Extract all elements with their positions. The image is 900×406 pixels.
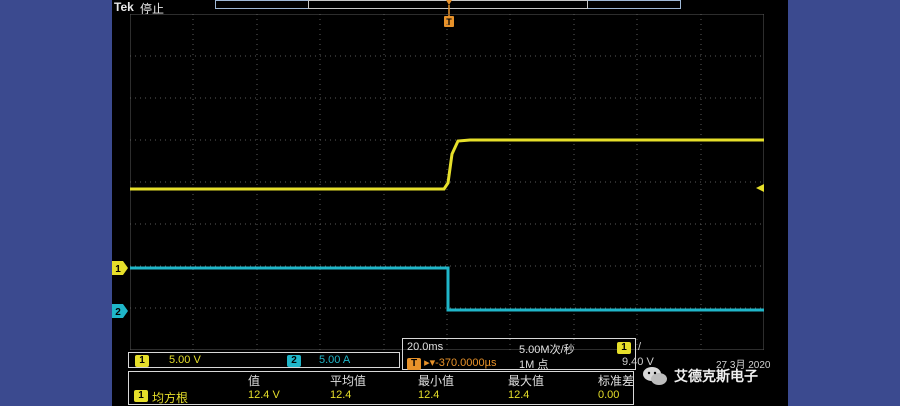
measurement-header-stddev: 标准差 — [598, 374, 635, 388]
measurement-stddev: 0.00 — [598, 389, 620, 401]
record-length: 1M 点 — [519, 359, 549, 371]
channel-1-badge[interactable]: 1 — [135, 355, 149, 367]
measurement-name: 均方根 — [152, 391, 189, 405]
measurement-header-mean: 平均值 — [330, 374, 367, 388]
svg-text:2: 2 — [115, 307, 121, 318]
timebase-panel[interactable]: 20.0ms 5.00M次/秒 T ▸▾-370.0000µs 1M 点 1 — [402, 338, 636, 371]
channel-scale-panel[interactable]: 1 5.00 V 2 5.00 A — [128, 352, 400, 368]
trigger-source-badge: 1 — [617, 342, 631, 354]
channel-2-badge[interactable]: 2 — [287, 355, 301, 367]
measurement-value: 12.4 V — [248, 389, 280, 401]
watermark-text: 艾德克斯电子 — [674, 368, 758, 384]
oscilloscope-screen: Tek 停止 T 1 2 1 5.00 V 2 5.00 A 20.0ms 5. — [112, 0, 788, 406]
measurement-header-max: 最大值 — [508, 374, 545, 388]
channel-2-scale: 5.00 A — [319, 354, 351, 366]
measurement-channel-badge: 1 — [134, 390, 148, 402]
measurement-mean: 12.4 — [330, 389, 352, 401]
horizontal-position: ▸▾-370.0000µs — [424, 357, 497, 369]
sample-rate: 5.00M次/秒 — [519, 344, 575, 356]
trigger-level-marker — [756, 184, 764, 192]
channel-1-scale: 5.00 V — [169, 354, 201, 366]
measurement-panel[interactable] — [128, 371, 634, 405]
trigger-slope-icon: / — [638, 341, 642, 353]
wechat-icon — [643, 367, 667, 385]
waveform-graticule — [130, 14, 764, 350]
timebase-scale: 20.0ms — [407, 341, 444, 353]
channel-1-marker[interactable]: 1 — [112, 261, 128, 275]
watermark: 艾德克斯电子 — [638, 362, 786, 390]
brand-logo: Tek — [114, 0, 134, 14]
channel-2-waveform — [130, 266, 764, 312]
svg-text:1: 1 — [115, 264, 121, 275]
measurement-header-value: 值 — [248, 374, 261, 388]
measurement-header-min: 最小值 — [418, 374, 455, 388]
channel-2-marker[interactable]: 2 — [112, 304, 128, 318]
measurement-max: 12.4 — [508, 389, 530, 401]
trigger-badge: T — [407, 358, 421, 370]
measurement-min: 12.4 — [418, 389, 440, 401]
